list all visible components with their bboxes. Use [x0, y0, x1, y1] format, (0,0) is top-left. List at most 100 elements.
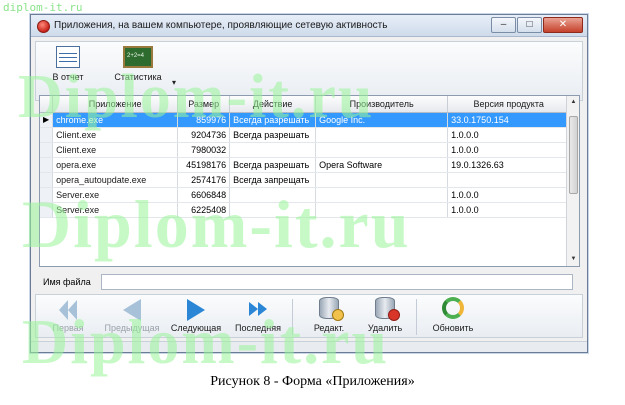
next-button-label: Следующая [170, 323, 222, 333]
previous-button[interactable]: Предыдущая [100, 297, 164, 333]
cell-action[interactable]: Всегда разрешать [229, 112, 317, 128]
cell-size[interactable]: 6606848 [177, 187, 231, 203]
maximize-button[interactable]: □ [517, 17, 542, 33]
cell-version[interactable]: 1.0.0.0 [447, 202, 571, 218]
statistics-button-label: Статистика [114, 72, 162, 82]
close-button[interactable]: ✕ [543, 17, 583, 33]
next-button[interactable]: Следующая [168, 297, 224, 333]
cell-application[interactable]: Client.exe [52, 142, 179, 158]
table-row[interactable]: Client.exe 9204736 Всегда разрешать 1.0.… [40, 127, 571, 143]
cell-version[interactable]: 1.0.0.0 [447, 142, 571, 158]
cell-version[interactable]: 33.0.1750.154 [447, 112, 571, 128]
edit-button-label: Редакт. [313, 323, 345, 333]
database-delete-icon [362, 297, 408, 321]
cell-vendor[interactable]: Google Inc. [315, 112, 449, 128]
report-button-label: В отчет [52, 72, 84, 82]
delete-button[interactable]: Удалить [362, 297, 408, 333]
first-button-label: Первая [52, 323, 84, 333]
report-table-icon [56, 46, 80, 68]
database-edit-icon [306, 297, 352, 321]
statistics-button[interactable]: Статистика [106, 46, 170, 82]
app-icon [37, 20, 50, 33]
scroll-thumb[interactable] [569, 116, 578, 194]
cell-version[interactable] [447, 172, 571, 188]
cell-vendor[interactable] [315, 142, 449, 158]
previous-record-icon [100, 297, 164, 321]
table-row[interactable]: Server.exe 6606848 1.0.0.0 [40, 187, 571, 203]
table-row[interactable]: ▶ chrome.exe 859976 Всегда разрешать Goo… [40, 112, 571, 128]
previous-button-label: Предыдущая [104, 323, 160, 333]
cell-action[interactable] [229, 202, 317, 218]
refresh-button[interactable]: Обновить [428, 297, 478, 333]
filename-input[interactable] [101, 274, 573, 290]
cell-action[interactable] [229, 142, 317, 158]
cell-version[interactable]: 19.0.1326.63 [447, 157, 571, 173]
table-row[interactable]: opera.exe 45198176 Всегда разрешать Oper… [40, 157, 571, 173]
applications-window: Приложения, на вашем компьютере, проявля… [30, 14, 588, 353]
navigation-toolbar: Первая Предыдущая Следующая Последняя Ре… [35, 294, 583, 338]
column-header-application[interactable]: Приложение [52, 96, 179, 113]
column-header-vendor[interactable]: Производитель [315, 96, 449, 113]
table-row[interactable]: Client.exe 7980032 1.0.0.0 [40, 142, 571, 158]
next-record-icon [168, 297, 224, 321]
cell-action[interactable]: Всегда запрещать [229, 172, 317, 188]
column-header-size[interactable]: Размер [177, 96, 231, 113]
cell-vendor[interactable] [315, 127, 449, 143]
cell-application[interactable]: Client.exe [52, 127, 179, 143]
table-row[interactable]: Server.exe 6225408 1.0.0.0 [40, 202, 571, 218]
refresh-icon [428, 297, 478, 321]
cell-version[interactable]: 1.0.0.0 [447, 127, 571, 143]
cell-vendor[interactable] [315, 187, 449, 203]
refresh-button-label: Обновить [432, 323, 474, 333]
cell-application[interactable]: Server.exe [52, 202, 179, 218]
column-header-action[interactable]: Действие [229, 96, 317, 113]
cell-size[interactable]: 859976 [177, 112, 231, 128]
vertical-scrollbar[interactable]: ▲ ▼ [566, 96, 579, 266]
scroll-down-icon[interactable]: ▼ [567, 253, 579, 266]
cell-vendor[interactable] [315, 202, 449, 218]
first-button[interactable]: Первая [44, 297, 92, 333]
cell-size[interactable]: 9204736 [177, 127, 231, 143]
toolbar-separator [416, 299, 417, 335]
last-button[interactable]: Последняя [230, 297, 286, 333]
cell-size[interactable]: 7980032 [177, 142, 231, 158]
window-controls: – □ ✕ [490, 17, 583, 33]
statistics-dropdown-icon[interactable]: ▾ [172, 78, 176, 87]
first-record-icon [44, 297, 92, 321]
title-bar[interactable]: Приложения, на вашем компьютере, проявля… [31, 15, 587, 37]
cell-size[interactable]: 6225408 [177, 202, 231, 218]
applications-grid[interactable]: Приложение Размер Действие Производитель… [39, 95, 580, 267]
cell-action[interactable] [229, 187, 317, 203]
top-toolbar: В отчет Статистика ▾ [35, 41, 583, 101]
toolbar-separator [292, 299, 293, 335]
cell-application[interactable]: chrome.exe [52, 112, 179, 128]
scroll-up-icon[interactable]: ▲ [567, 96, 579, 109]
cell-application[interactable]: Server.exe [52, 187, 179, 203]
table-header-row: Приложение Размер Действие Производитель… [40, 96, 571, 113]
row-indicator [40, 157, 54, 173]
row-indicator [40, 142, 54, 158]
cell-size[interactable]: 2574176 [177, 172, 231, 188]
figure-caption: Рисунок 8 - Форма «Приложения» [210, 374, 415, 389]
cell-version[interactable]: 1.0.0.0 [447, 187, 571, 203]
cell-action[interactable]: Всегда разрешать [229, 157, 317, 173]
column-header-version[interactable]: Версия продукта [447, 96, 571, 113]
minimize-button[interactable]: – [491, 17, 516, 33]
report-button[interactable]: В отчет [46, 46, 90, 82]
row-indicator [40, 127, 54, 143]
cell-vendor[interactable]: Opera Software [315, 157, 449, 173]
header-corner [40, 96, 54, 113]
applications-table: Приложение Размер Действие Производитель… [40, 96, 571, 218]
edit-button[interactable]: Редакт. [306, 297, 352, 333]
watermark-small: diplom-it.ru [3, 1, 83, 14]
last-button-label: Последняя [234, 323, 281, 333]
row-indicator-icon: ▶ [40, 112, 54, 128]
row-indicator [40, 202, 54, 218]
cell-vendor[interactable] [315, 172, 449, 188]
cell-application[interactable]: opera.exe [52, 157, 179, 173]
cell-size[interactable]: 45198176 [177, 157, 231, 173]
cell-application[interactable]: opera_autoupdate.exe [52, 172, 179, 188]
cell-action[interactable]: Всегда разрешать [229, 127, 317, 143]
row-indicator [40, 187, 54, 203]
table-row[interactable]: opera_autoupdate.exe 2574176 Всегда запр… [40, 172, 571, 188]
